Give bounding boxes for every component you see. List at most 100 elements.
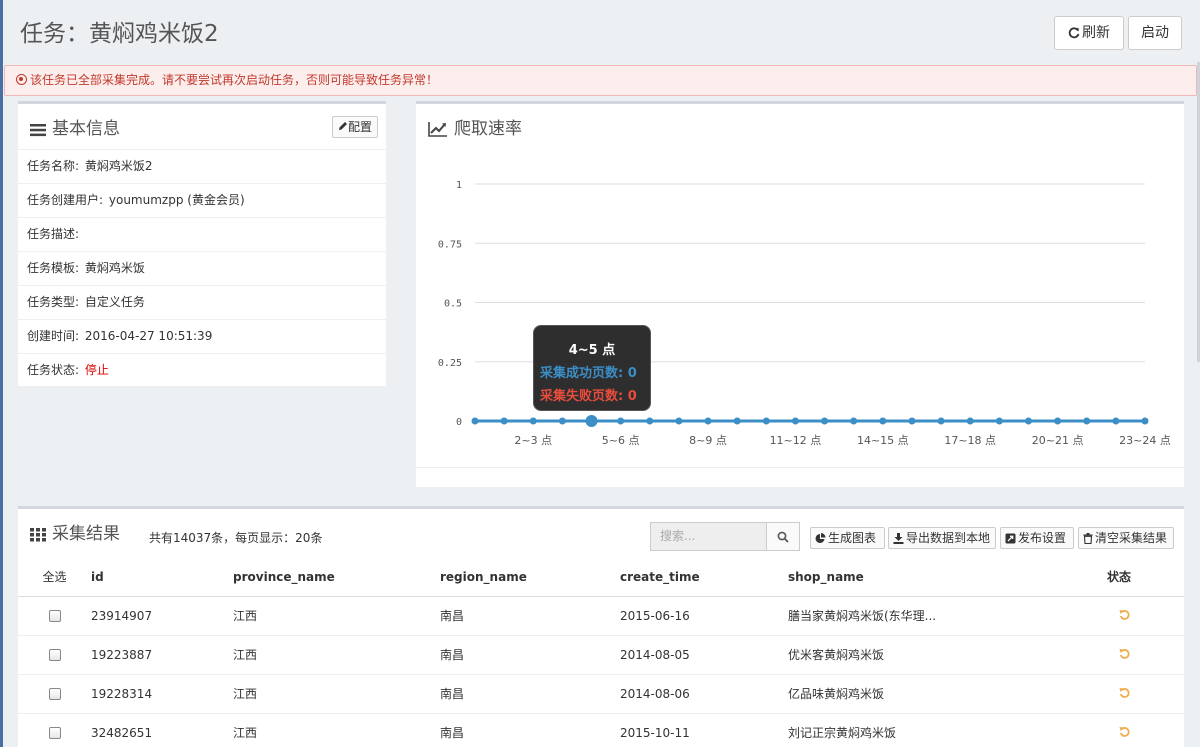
row-checkbox[interactable]	[48, 727, 61, 740]
cell-province: 江西	[233, 712, 440, 747]
data-point	[500, 417, 508, 425]
refresh-icon	[1068, 27, 1080, 39]
search-input[interactable]: 搜索...	[650, 522, 767, 551]
row-checkbox[interactable]	[48, 649, 61, 661]
column-header-create-time: create_time	[620, 558, 788, 597]
undo-icon[interactable]	[1119, 726, 1130, 737]
refresh-button[interactable]: 刷新	[1054, 16, 1124, 50]
column-header-shop: shop_name	[788, 558, 1107, 597]
search-icon	[777, 531, 789, 543]
info-row-status: 任务状态: 停止	[18, 353, 386, 387]
results-title: 采集结果	[30, 519, 120, 544]
table-header-row: 全选 id province_name region_name create_t…	[18, 558, 1184, 597]
x-tick-label: 14~15 点	[857, 434, 909, 447]
data-point	[1054, 417, 1062, 425]
cell-province: 江西	[233, 595, 440, 635]
results-panel: 采集结果 共有14037条，每页显示：20条 搜索... 生成图表 导出数据到本…	[18, 506, 1184, 747]
grid-icon	[30, 528, 46, 542]
data-point	[821, 417, 829, 425]
column-header-province: province_name	[233, 558, 440, 597]
trash-icon	[1083, 533, 1093, 545]
tooltip-title: 4~5 点	[568, 343, 616, 358]
download-icon	[893, 533, 904, 544]
undo-icon[interactable]	[1119, 687, 1130, 698]
data-point	[995, 417, 1003, 425]
cell-create-time: 2014-08-06	[620, 673, 788, 713]
y-tick-label: 0	[456, 417, 462, 428]
cell-id: 19228314	[91, 673, 233, 713]
undo-icon[interactable]	[1119, 648, 1130, 659]
alert-text: 该任务已全部采集完成。请不要尝试再次启动任务，否则可能导致任务异常！	[30, 73, 439, 87]
basic-info-panel: 基本信息 配置 任务名称: 黄焖鸡米饭2 任务创建用户: youmumzpp (…	[18, 101, 386, 386]
warning-icon	[16, 74, 27, 85]
cell-shop: 亿品味黄焖鸡米饭	[788, 673, 1107, 713]
cell-shop: 膳当家黄焖鸡米饭(东华理...	[788, 595, 1107, 635]
clear-results-button[interactable]: 清空采集结果	[1078, 527, 1174, 549]
data-point	[529, 417, 537, 425]
generate-chart-button[interactable]: 生成图表	[810, 527, 885, 549]
export-data-button[interactable]: 导出数据到本地	[888, 527, 996, 549]
data-point	[1112, 417, 1120, 425]
data-point	[879, 417, 887, 425]
data-point	[908, 417, 916, 425]
info-row-type: 任务类型: 自定义任务	[18, 285, 386, 319]
result-count: 共有14037条，每页显示：20条	[149, 531, 323, 545]
table-row: 32482651 江西 南昌 2015-10-11 刘记正宗黄焖鸡米饭	[18, 712, 1184, 747]
chart-tooltip: 4~5 点 采集成功页数: 0 采集失败页数: 0	[533, 325, 651, 411]
data-point	[675, 417, 683, 425]
cell-shop: 优米客黄焖鸡米饭	[788, 634, 1107, 674]
y-tick-label: 0.5	[444, 299, 462, 310]
data-point	[937, 417, 945, 425]
results-table: 全选 id province_name region_name create_t…	[18, 558, 1184, 747]
data-point	[1083, 417, 1091, 425]
row-checkbox[interactable]	[48, 688, 61, 700]
column-header-status: 状态	[1107, 558, 1184, 597]
config-button[interactable]: 配置	[331, 116, 378, 138]
status-stopped: 停止	[84, 363, 109, 377]
cell-region: 南昌	[440, 634, 620, 674]
table-row: 23914907 江西 南昌 2015-06-16 膳当家黄焖鸡米饭(东华理..…	[18, 595, 1184, 635]
data-point	[558, 417, 566, 425]
data-point	[1141, 417, 1149, 425]
info-row-created-time: 创建时间: 2016-04-27 10:51:39	[18, 319, 386, 353]
cell-region: 南昌	[440, 673, 620, 713]
data-point	[704, 417, 712, 425]
cell-region: 南昌	[440, 595, 620, 635]
cell-id: 32482651	[91, 712, 233, 747]
x-tick-label: 5~6 点	[602, 434, 640, 447]
data-point	[585, 415, 598, 427]
y-tick-label: 0.25	[438, 358, 462, 369]
table-row: 19228314 江西 南昌 2014-08-06 亿品味黄焖鸡米饭	[18, 673, 1184, 713]
publish-settings-button[interactable]: 发布设置	[1000, 527, 1074, 549]
search-button[interactable]	[766, 522, 800, 551]
cell-create-time: 2014-08-05	[620, 634, 788, 674]
data-point	[617, 417, 625, 425]
info-row-template: 任务模板: 黄焖鸡米饭	[18, 251, 386, 285]
chart-footer-divider	[416, 467, 1184, 468]
results-header: 采集结果 共有14037条，每页显示：20条 搜索... 生成图表 导出数据到本…	[18, 509, 1184, 557]
data-point	[966, 417, 974, 425]
data-point	[733, 417, 741, 425]
start-button[interactable]: 启动	[1128, 16, 1182, 50]
refresh-label: 刷新	[1082, 25, 1110, 41]
line-chart-icon	[428, 122, 447, 137]
info-row-name: 任务名称: 黄焖鸡米饭2	[18, 149, 386, 183]
cell-id: 23914907	[91, 595, 233, 635]
x-tick-label: 20~21 点	[1032, 434, 1084, 447]
cell-create-time: 2015-06-16	[620, 595, 788, 635]
tooltip-success: 采集成功页数: 0	[540, 366, 637, 381]
y-tick-label: 0.75	[438, 239, 462, 250]
data-point	[762, 417, 770, 425]
data-point	[471, 417, 479, 425]
select-all-header[interactable]: 全选	[18, 558, 91, 597]
cell-shop: 刘记正宗黄焖鸡米饭	[788, 712, 1107, 747]
row-checkbox[interactable]	[48, 610, 61, 622]
completion-alert: 该任务已全部采集完成。请不要尝试再次启动任务，否则可能导致任务异常！	[4, 65, 1197, 96]
cell-province: 江西	[233, 673, 440, 713]
basic-info-title: 基本信息	[30, 114, 120, 139]
data-point	[646, 417, 654, 425]
pencil-icon	[338, 122, 347, 130]
info-list: 任务名称: 黄焖鸡米饭2 任务创建用户: youmumzpp (黄金会员) 任务…	[18, 149, 386, 387]
undo-icon[interactable]	[1119, 609, 1130, 620]
cell-create-time: 2015-10-11	[620, 712, 788, 747]
